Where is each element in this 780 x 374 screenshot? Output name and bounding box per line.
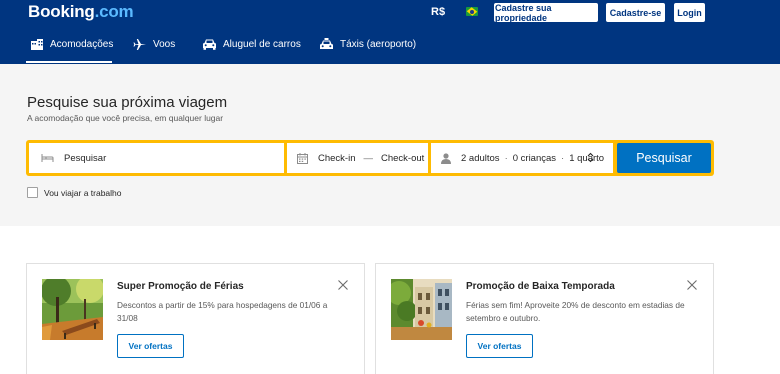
destination-placeholder: Pesquisar <box>64 152 107 164</box>
register-button[interactable]: Cadastre-se <box>606 3 665 22</box>
promo-image-street <box>391 279 452 340</box>
destination-input[interactable]: Pesquisar <box>29 143 284 173</box>
date-separator: — <box>363 152 374 164</box>
view-offers-button[interactable]: Ver ofertas <box>466 334 533 358</box>
nav-tab-car-rental[interactable]: Aluguel de carros <box>202 38 301 50</box>
promo-card: Promoção de Baixa Temporada Férias sem f… <box>375 263 714 374</box>
nav-label-car-rental: Aluguel de carros <box>223 38 301 50</box>
work-trip-checkbox[interactable] <box>27 187 38 198</box>
promo-description: Férias sem fim! Aproveite 20% de descont… <box>466 300 685 323</box>
park-bench-image <box>42 279 103 340</box>
promo-image-park <box>42 279 103 340</box>
active-tab-indicator <box>26 61 112 63</box>
nav-label-airport-taxi: Táxis (aeroporto) <box>340 39 417 50</box>
person-icon <box>441 152 451 164</box>
promo-card: Super Promoção de Férias Descontos a par… <box>26 263 365 374</box>
children-count: 0 crianças <box>512 152 557 164</box>
work-trip-label[interactable]: Vou viajar a trabalho <box>44 188 122 198</box>
checkout-label: Check-out <box>381 152 425 164</box>
promo-title: Super Promoção de Férias <box>117 281 244 292</box>
nav-label-accommodations: Acomodações <box>50 39 114 50</box>
close-icon[interactable] <box>338 280 348 290</box>
login-button[interactable]: Login <box>674 3 705 22</box>
up-down-chevron-icon <box>587 152 594 163</box>
promo-description: Descontos a partir de 15% para hospedage… <box>117 300 328 323</box>
search-button[interactable]: Pesquisar <box>617 143 711 173</box>
adults-count: 2 adultos <box>461 152 500 164</box>
separator: · <box>561 152 565 164</box>
date-range-picker[interactable]: Check-in — Check-out <box>287 143 428 173</box>
page-title: Pesquise sua próxima viagem <box>27 94 228 111</box>
currency-selector[interactable]: R$ <box>431 6 445 18</box>
guests-selector[interactable]: 2 adultos · 0 crianças · 1 quarto <box>431 143 613 173</box>
separator: · <box>504 152 508 164</box>
booking-logo[interactable]: Booking.com <box>28 2 134 22</box>
page-subtitle: A acomodação que você precisa, em qualqu… <box>27 113 224 123</box>
calendar-icon <box>297 152 308 164</box>
view-offers-button[interactable]: Ver ofertas <box>117 334 184 358</box>
nav-tab-airport-taxi[interactable]: Táxis (aeroporto) <box>319 38 416 51</box>
car-icon <box>203 39 216 50</box>
nav-tab-flights[interactable]: Voos <box>133 38 175 51</box>
logo-suffix-text: .com <box>94 2 134 21</box>
list-property-button[interactable]: Cadastre sua propriedade <box>494 3 598 23</box>
bed-icon <box>41 154 54 162</box>
nav-label-flights: Voos <box>153 39 176 50</box>
promo-title: Promoção de Baixa Temporada <box>466 281 615 292</box>
search-bar: Pesquisar Check-in — Check-out 2 adultos… <box>26 140 714 176</box>
brazil-flag-icon[interactable] <box>466 7 478 16</box>
close-icon[interactable] <box>687 280 697 290</box>
bed-icon <box>31 39 43 50</box>
top-header: Booking.com R$ Cadastre sua propriedade … <box>0 0 780 64</box>
plane-icon <box>133 39 146 50</box>
checkin-label: Check-in <box>318 152 356 164</box>
street-image <box>391 279 452 340</box>
nav-tab-accommodations[interactable]: Acomodações <box>30 38 113 51</box>
logo-main-text: Booking <box>28 2 95 21</box>
taxi-icon <box>320 38 333 49</box>
